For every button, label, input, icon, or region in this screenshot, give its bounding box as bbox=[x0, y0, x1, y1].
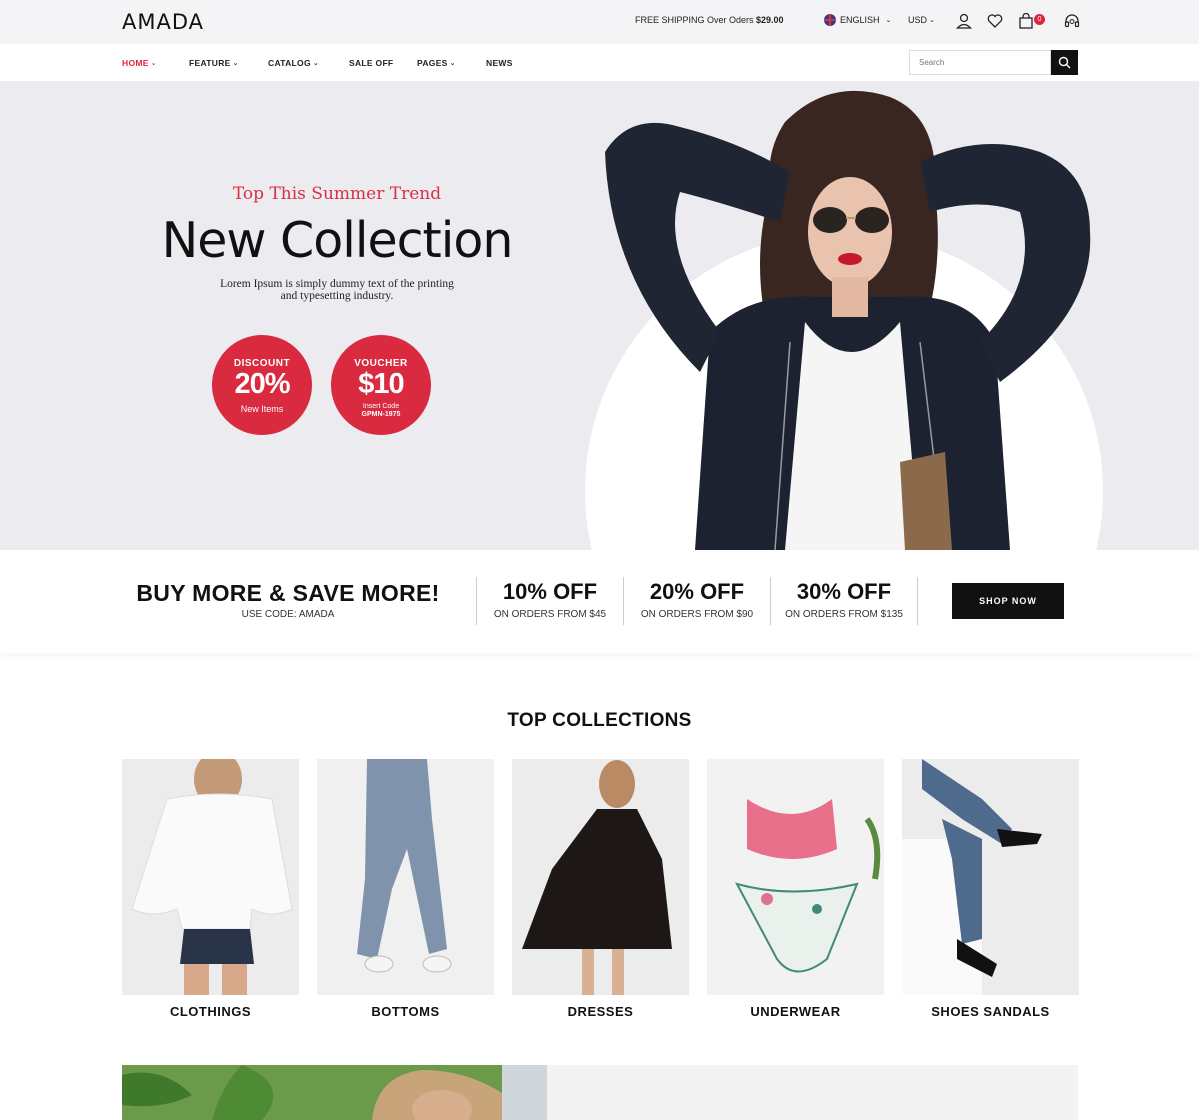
promo-code: USE CODE: AMADA bbox=[241, 609, 335, 620]
headset-icon[interactable] bbox=[1063, 12, 1081, 30]
voucher-code: GPMN-1975 bbox=[361, 411, 401, 418]
search-button[interactable] bbox=[1051, 50, 1078, 75]
section-title: TOP COLLECTIONS bbox=[507, 710, 692, 731]
nav-label: CATALOG bbox=[268, 58, 311, 68]
chevron-down-icon: ⌄ bbox=[929, 17, 935, 24]
offer-title: 20% OFF bbox=[649, 579, 745, 604]
shipping-amount: $29.00 bbox=[756, 15, 784, 25]
currency-label: USD bbox=[908, 15, 928, 25]
banner-image bbox=[122, 1065, 1078, 1120]
dresses-image bbox=[512, 759, 689, 995]
collection-label: CLOTHINGS bbox=[169, 1004, 252, 1019]
chevron-down-icon: ⌄ bbox=[449, 60, 456, 67]
cart-count-badge: 0 bbox=[1034, 14, 1045, 25]
language-label: ENGLISH bbox=[840, 15, 880, 25]
hero-model-image bbox=[605, 90, 1091, 550]
voucher-note: Insert Code bbox=[362, 403, 400, 410]
hero-headline: New Collection bbox=[161, 212, 514, 269]
collection-card-shoes-sandals[interactable]: SHOES SANDALS bbox=[902, 759, 1079, 1019]
collection-card-dresses[interactable]: DRESSES bbox=[512, 759, 689, 1019]
featured-banner[interactable] bbox=[122, 1065, 1078, 1120]
nav-news[interactable]: NEWS bbox=[486, 58, 513, 68]
nav-label: PAGES bbox=[417, 58, 448, 68]
promo-title: BUY MORE & SAVE MORE! bbox=[136, 580, 440, 606]
shipping-text: FREE SHIPPING Over Oders bbox=[635, 15, 757, 25]
chevron-down-icon: ⌄ bbox=[312, 60, 320, 67]
offer-sub: ON ORDERS FROM $90 bbox=[640, 609, 754, 620]
shipping-notice: FREE SHIPPING Over Oders $29.00 bbox=[635, 15, 784, 25]
shoes-sandals-image bbox=[902, 759, 1079, 995]
offer-20: 20% OFF ON ORDERS FROM $90 bbox=[623, 579, 771, 620]
collection-card-underwear[interactable]: UNDERWEAR bbox=[707, 759, 884, 1019]
main-nav: HOME ⌄ FEATURE ⌄ CATALOG ⌄ SALE OFF PAGE… bbox=[0, 44, 1199, 82]
discount-note: New Items bbox=[240, 404, 284, 414]
chevron-down-icon: ⌄ bbox=[232, 60, 239, 67]
search-icon bbox=[1058, 56, 1071, 69]
underwear-image bbox=[707, 759, 884, 995]
logo[interactable]: AMADA bbox=[122, 10, 204, 34]
voucher-badge[interactable]: VOUCHER $10 Insert Code GPMN-1975 bbox=[331, 335, 431, 435]
nav-home[interactable]: HOME ⌄ bbox=[122, 58, 157, 68]
collection-card-clothings[interactable]: CLOTHINGS bbox=[122, 751, 299, 1019]
currency-selector[interactable]: USD ⌄ bbox=[908, 15, 935, 25]
hero-subtext: Lorem Ipsum is simply dummy text of the … bbox=[220, 278, 454, 302]
offer-title: 30% OFF bbox=[796, 579, 892, 604]
nav-pages[interactable]: PAGES ⌄ bbox=[417, 58, 456, 68]
hero-tagline: Top This Summer Trend bbox=[232, 184, 442, 204]
offer-10: 10% OFF ON ORDERS FROM $45 bbox=[476, 579, 624, 620]
offer-sub: ON ORDERS FROM $135 bbox=[785, 609, 903, 620]
shop-now-button[interactable]: SHOP NOW bbox=[952, 583, 1064, 619]
collection-label: BOTTOMS bbox=[371, 1004, 440, 1019]
chevron-down-icon: ⌄ bbox=[885, 17, 892, 24]
bag-icon[interactable] bbox=[1017, 12, 1035, 30]
nav-catalog[interactable]: CATALOG ⌄ bbox=[268, 58, 319, 68]
collection-card-bottoms[interactable]: BOTTOMS bbox=[317, 759, 494, 1019]
collection-label: DRESSES bbox=[567, 1004, 634, 1019]
nav-label: HOME bbox=[122, 58, 149, 68]
collection-label: SHOES SANDALS bbox=[931, 1004, 1050, 1019]
nav-sale-off[interactable]: SALE OFF bbox=[349, 58, 393, 68]
voucher-value: $10 bbox=[358, 368, 404, 400]
uk-flag-icon bbox=[824, 14, 836, 26]
search-input[interactable] bbox=[909, 50, 1051, 75]
heart-icon[interactable] bbox=[986, 12, 1004, 30]
chevron-down-icon: ⌄ bbox=[150, 60, 157, 67]
offer-sub: ON ORDERS FROM $45 bbox=[493, 609, 607, 620]
discount-badge[interactable]: DISCOUNT 20% New Items bbox=[212, 335, 312, 435]
nav-feature[interactable]: FEATURE ⌄ bbox=[189, 58, 239, 68]
user-icon[interactable] bbox=[955, 12, 973, 30]
language-selector[interactable]: ENGLISH ⌄ bbox=[824, 14, 891, 26]
bottoms-image bbox=[317, 759, 494, 995]
nav-label: FEATURE bbox=[189, 58, 231, 68]
clothings-image bbox=[122, 751, 299, 995]
hero-banner: Top This Summer Trend New Collection Lor… bbox=[0, 82, 1199, 550]
discount-value: 20% bbox=[234, 368, 290, 400]
divider bbox=[917, 577, 918, 625]
top-bar: AMADA FREE SHIPPING Over Oders $29.00 EN… bbox=[0, 0, 1199, 44]
offer-30: 30% OFF ON ORDERS FROM $135 bbox=[770, 579, 918, 620]
collection-label: UNDERWEAR bbox=[750, 1004, 841, 1019]
offer-title: 10% OFF bbox=[502, 579, 598, 604]
